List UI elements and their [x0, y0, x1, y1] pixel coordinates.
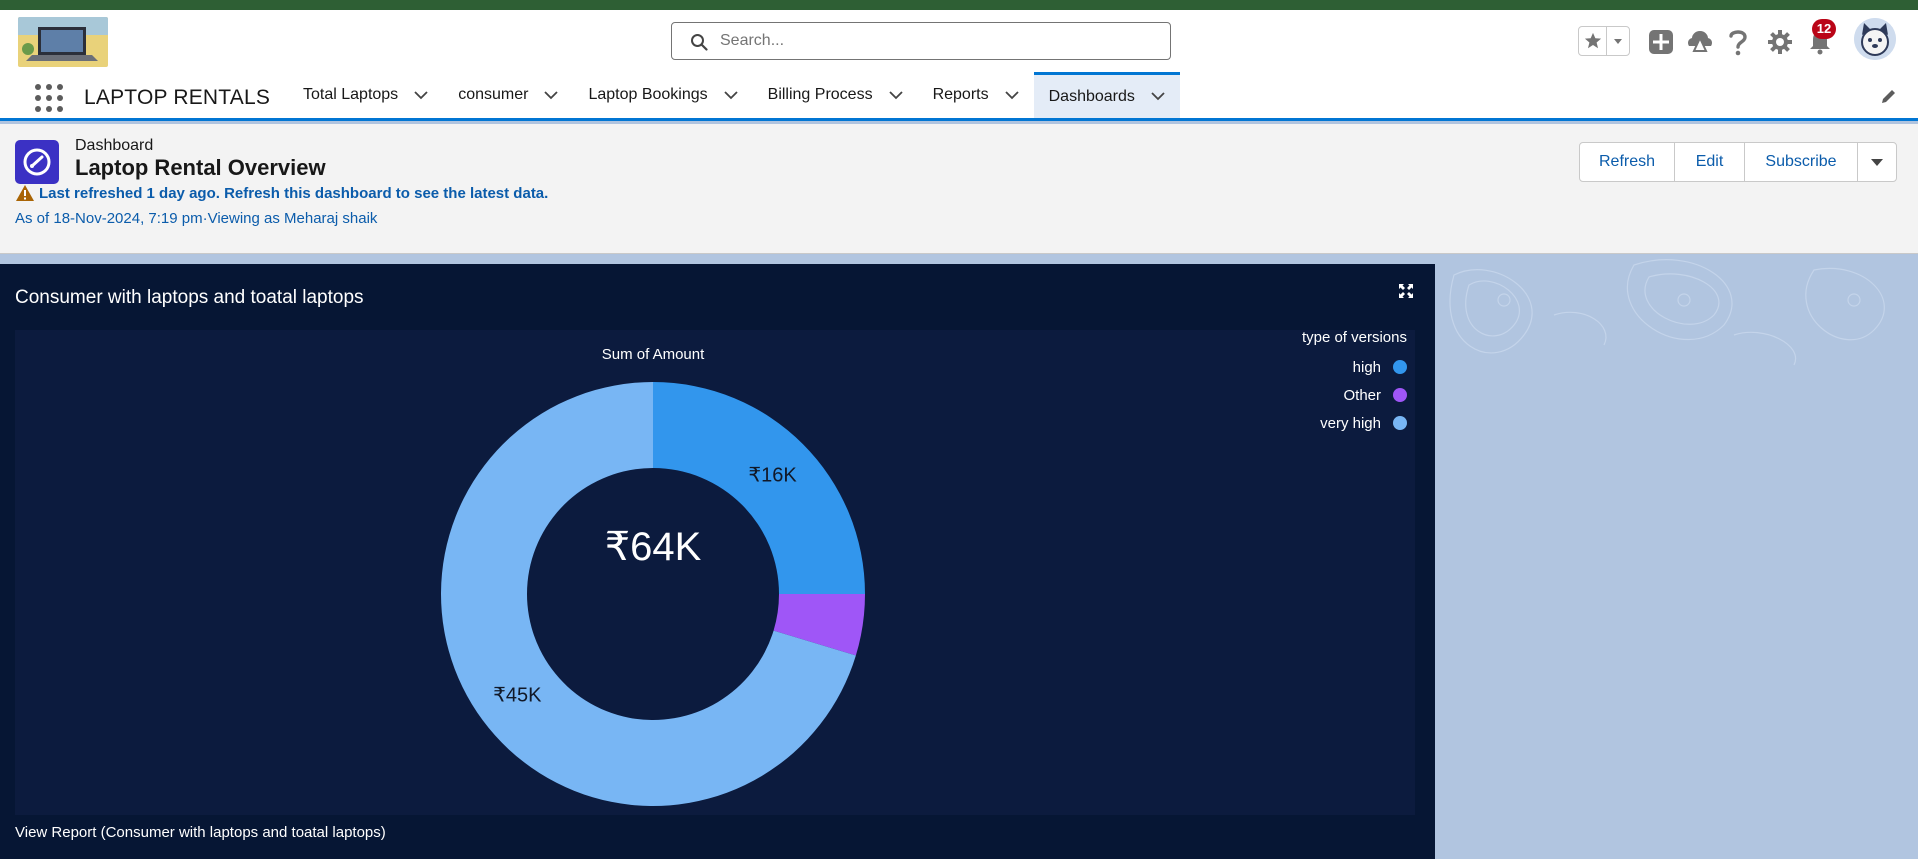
legend-item-label: Other — [1343, 387, 1381, 404]
app-launcher-icon[interactable] — [35, 84, 63, 112]
tab-label: Billing Process — [767, 86, 873, 103]
top-brand-stripe — [0, 0, 1918, 10]
legend-item-label: very high — [1320, 415, 1381, 432]
favorites-group — [1578, 26, 1630, 56]
app-name: LAPTOP RENTALS — [84, 86, 271, 109]
chart-area: Sum of Amount ₹64K ₹16K ₹45K type of vers… — [15, 329, 1415, 815]
tab-label: Total Laptops — [303, 86, 399, 103]
tab-billing-process[interactable]: Billing Process — [753, 72, 918, 118]
legend-item-label: high — [1353, 359, 1381, 376]
tab-label: consumer — [458, 86, 529, 103]
more-actions-dropdown[interactable] — [1858, 143, 1896, 181]
help-question-icon[interactable] — [1723, 27, 1753, 57]
legend-swatch[interactable] — [1393, 360, 1407, 374]
as-of-text: As of 18-Nov-2024, 7:19 pm·Viewing as Me… — [15, 210, 378, 227]
donut-center-total: ₹64K — [605, 525, 702, 569]
edit-nav-pencil-icon[interactable] — [1880, 87, 1898, 105]
org-logo[interactable] — [18, 17, 108, 67]
subscribe-button[interactable]: Subscribe — [1745, 143, 1858, 181]
dashboard-gauge-icon — [15, 140, 59, 184]
chevron-down-icon[interactable] — [544, 88, 559, 102]
object-type-label: Dashboard — [75, 137, 154, 154]
tab-total-laptops[interactable]: Total Laptops — [288, 72, 443, 118]
tab-consumer[interactable]: consumer — [443, 72, 573, 118]
view-report-link[interactable]: View Report (Consumer with laptops and t… — [15, 824, 386, 841]
refresh-warning: Last refreshed 1 day ago. Refresh this d… — [15, 184, 548, 202]
search-input[interactable] — [720, 29, 1150, 53]
user-avatar[interactable] — [1854, 18, 1896, 60]
page-title: Laptop Rental Overview — [75, 155, 326, 180]
chart-title: Sum of Amount — [602, 346, 705, 363]
tab-laptop-bookings[interactable]: Laptop Bookings — [573, 72, 752, 118]
tab-reports[interactable]: Reports — [918, 72, 1034, 118]
dashboard-widget: Consumer with laptops and toatal laptops… — [0, 264, 1435, 859]
background-pattern — [1434, 255, 1918, 859]
dashboard-header: Dashboard Laptop Rental Overview Last re… — [0, 124, 1918, 254]
legend-swatch[interactable] — [1393, 416, 1407, 430]
warning-text: Last refreshed 1 day ago. Refresh this d… — [39, 184, 549, 202]
global-header: 12 — [0, 10, 1918, 72]
chevron-down-icon[interactable] — [724, 88, 738, 102]
slice-data-label: ₹16K — [748, 464, 797, 486]
notification-count-badge: 12 — [1812, 19, 1836, 39]
nav-tabs: Total Laptops consumer Laptop Bookings B… — [288, 72, 1180, 118]
chevron-down-icon[interactable] — [1004, 88, 1019, 102]
expand-icon[interactable] — [1398, 283, 1414, 299]
trailhead-guidance-icon[interactable] — [1685, 27, 1715, 57]
global-search[interactable] — [671, 22, 1171, 60]
settings-gear-icon[interactable] — [1765, 27, 1795, 57]
chevron-down-icon[interactable] — [1151, 90, 1165, 104]
tab-dashboards[interactable]: Dashboards — [1033, 72, 1180, 118]
refresh-button[interactable]: Refresh — [1580, 143, 1675, 181]
slice-data-label: ₹45K — [493, 685, 542, 707]
donut-chart: Sum of Amount ₹64K ₹16K ₹45K type of vers… — [441, 329, 1407, 806]
legend-swatch[interactable] — [1393, 388, 1407, 402]
tab-label: Dashboards — [1048, 87, 1135, 105]
chevron-down-icon — [1871, 159, 1883, 166]
dashboard-actions: Refresh Edit Subscribe — [1579, 142, 1897, 182]
warning-icon — [16, 185, 34, 201]
tab-label: Reports — [932, 86, 989, 103]
edit-button[interactable]: Edit — [1675, 143, 1745, 181]
favorites-menu-chevron-icon[interactable] — [1607, 27, 1629, 55]
search-icon — [691, 34, 708, 51]
app-navigation-bar: LAPTOP RENTALS Total Laptops consumer La… — [0, 72, 1918, 121]
global-actions-plus-icon[interactable] — [1646, 27, 1676, 57]
favorites-star-icon[interactable] — [1579, 27, 1607, 55]
tab-label: Laptop Bookings — [588, 86, 708, 103]
chevron-down-icon[interactable] — [414, 88, 428, 102]
chevron-down-icon[interactable] — [888, 88, 903, 102]
legend-title: type of versions — [1302, 330, 1407, 346]
widget-title: Consumer with laptops and toatal laptops — [15, 287, 364, 308]
